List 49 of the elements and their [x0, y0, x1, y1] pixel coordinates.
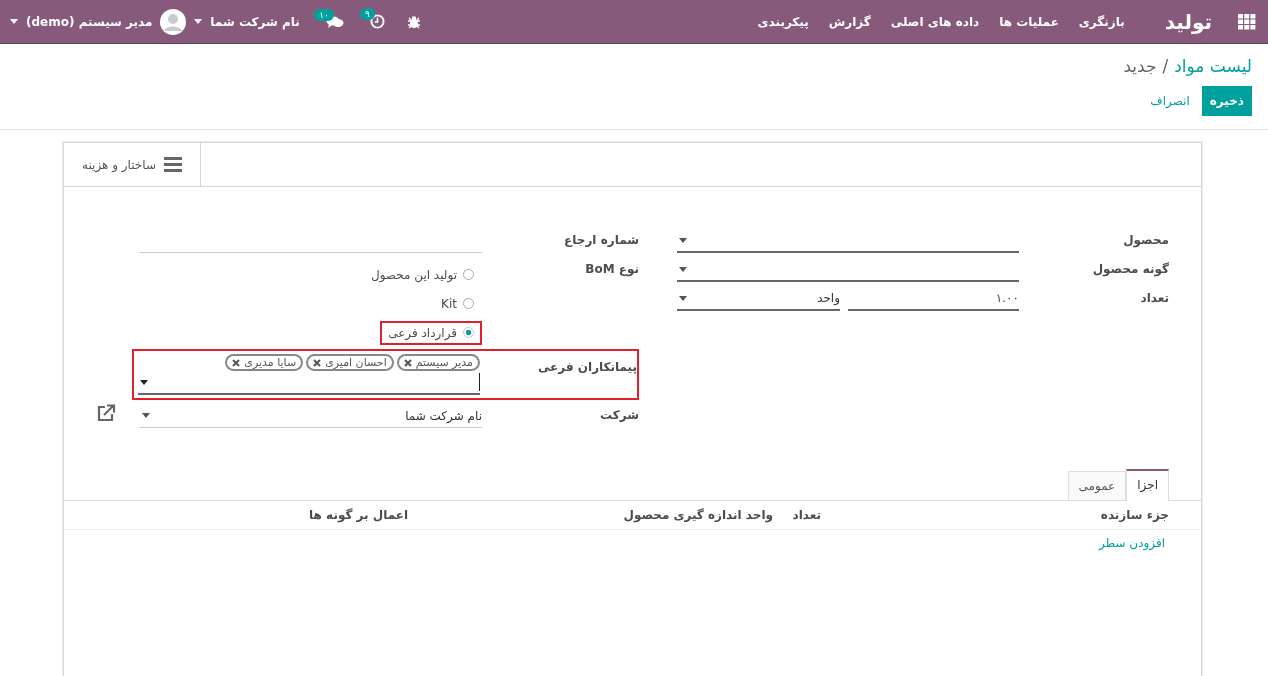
remove-icon[interactable]	[403, 358, 412, 367]
tag[interactable]: احسان امیری	[306, 354, 394, 371]
field-label: نوع BoM	[584, 261, 639, 276]
menu-item[interactable]: عملیات ها	[999, 14, 1059, 29]
menu-item[interactable]: داده های اصلی	[890, 14, 980, 29]
unit-select[interactable]: واحد	[677, 287, 840, 311]
bug-icon[interactable]	[406, 14, 421, 29]
field-label: تعداد	[1139, 290, 1169, 305]
field-label: پیمانکاران فرعی	[536, 359, 637, 374]
notification-badge: ۹	[360, 8, 375, 20]
remove-icon[interactable]	[313, 358, 322, 367]
breadcrumb-current: جدید	[1123, 56, 1157, 76]
clock-icon[interactable]	[369, 14, 385, 29]
user-menu[interactable]: مدیر سیستم (demo)	[26, 14, 153, 29]
quantity-field[interactable]: ۱.۰۰	[848, 287, 1019, 311]
caret-icon[interactable]	[142, 413, 150, 418]
tags-field[interactable]: مدیر سیستم احسان امیری سایا مدیری	[138, 354, 480, 395]
radio-option[interactable]: Kit	[433, 291, 482, 316]
radio-option[interactable]: تولید این محصول	[362, 262, 482, 287]
radio-option[interactable]: قرارداد فرعی	[380, 320, 482, 345]
caret-icon[interactable]	[679, 266, 687, 272]
company-select[interactable]: نام شرکت شما	[140, 404, 482, 428]
column-header[interactable]: واحد اندازه گیری محصول	[603, 508, 773, 522]
caret-icon[interactable]	[140, 379, 148, 385]
tab[interactable]: اجزا	[1126, 469, 1169, 501]
remove-icon[interactable]	[232, 358, 241, 367]
caret-icon[interactable]	[679, 295, 687, 301]
column-header[interactable]: اعمال بر گونه ها	[309, 508, 408, 522]
caret-icon[interactable]	[679, 237, 687, 243]
app-title[interactable]: تولید	[1164, 9, 1212, 34]
field-label: محصول	[1122, 232, 1169, 247]
field-label: گونه محصول	[1091, 261, 1169, 276]
field-label: شرکت	[599, 407, 639, 422]
column-header[interactable]: جزء سازنده	[821, 508, 1169, 522]
apps-menu-icon[interactable]	[1238, 13, 1256, 30]
breadcrumb-separator: /	[1162, 56, 1169, 76]
avatar-icon[interactable]	[160, 8, 187, 35]
column-header[interactable]: تعداد	[773, 508, 821, 522]
menu-icon	[163, 157, 182, 172]
tab[interactable]: عمومی	[1067, 471, 1127, 500]
field-label: شماره ارجاع	[563, 232, 639, 247]
tag[interactable]: مدیر سیستم	[396, 354, 480, 371]
menu-item[interactable]: پیکربندی	[757, 14, 809, 29]
menu-item[interactable]: بازنگری	[1078, 14, 1125, 29]
tag[interactable]: سایا مدیری	[225, 354, 304, 371]
company-switcher[interactable]: نام شرکت شما	[210, 14, 300, 29]
external-link-icon[interactable]	[96, 404, 116, 422]
menu-item[interactable]: گزارش	[828, 14, 871, 29]
notification-badge: ۱۰	[314, 8, 334, 21]
